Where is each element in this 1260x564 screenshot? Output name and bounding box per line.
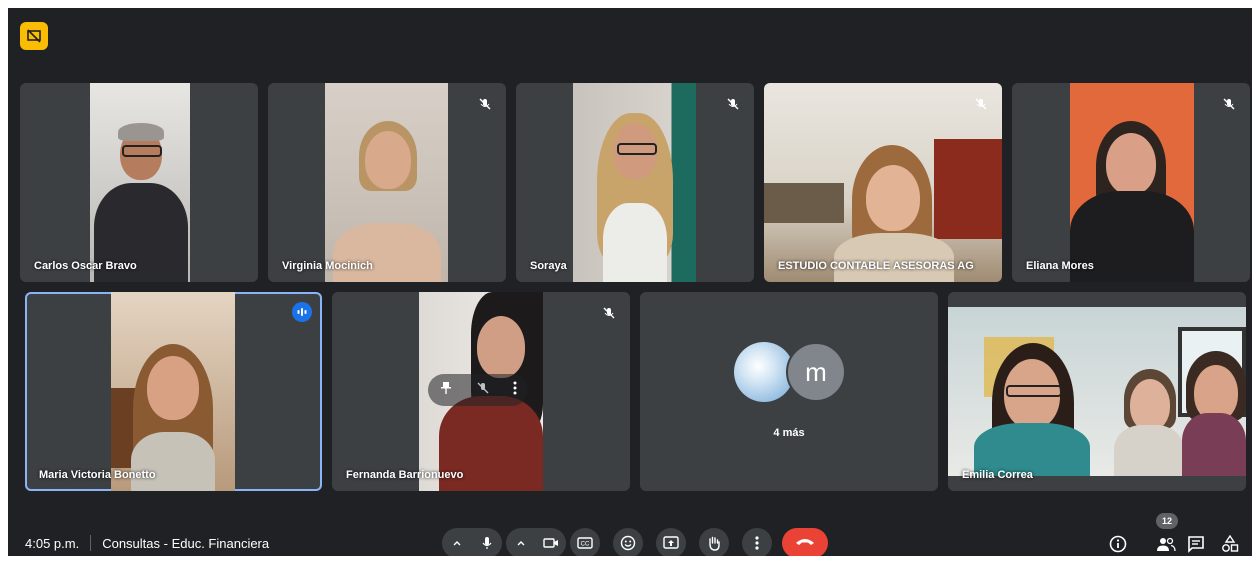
mic-off-icon xyxy=(972,95,990,113)
participant-video xyxy=(573,83,696,282)
avatar xyxy=(734,342,794,402)
more-options-icon[interactable] xyxy=(742,528,772,556)
mic-control xyxy=(442,528,502,556)
end-call-icon xyxy=(795,534,815,552)
people-icon[interactable] xyxy=(1154,532,1178,556)
overflow-count-label: 4 más xyxy=(773,427,805,439)
mic-icon[interactable] xyxy=(472,528,502,556)
participant-name: Eliana Mores xyxy=(1026,260,1094,272)
meeting-info: 4:05 p.m. Consultas - Educ. Financiera xyxy=(25,535,269,551)
raise-hand-icon[interactable] xyxy=(699,528,729,556)
mic-off-icon xyxy=(724,95,742,113)
end-call-button[interactable] xyxy=(782,528,828,556)
meeting-time: 4:05 p.m. xyxy=(25,535,80,551)
participant-tile[interactable]: Virginia Mocinich xyxy=(268,83,506,282)
mic-off-icon xyxy=(1220,95,1238,113)
participant-tile[interactable]: ESTUDIO CONTABLE ASESORAS AG xyxy=(764,83,1002,282)
svg-text:CC: CC xyxy=(581,542,590,548)
participant-tile[interactable]: Carlos Oscar Bravo xyxy=(20,83,258,282)
participant-name: Maria Victoria Bonetto xyxy=(39,469,156,481)
bottom-toolbar: 4:05 p.m. Consultas - Educ. Financiera C… xyxy=(8,513,1252,556)
presentation-off-icon[interactable] xyxy=(20,22,48,50)
info-icon[interactable] xyxy=(1106,532,1130,556)
chevron-up-icon[interactable] xyxy=(506,528,536,556)
participant-tile[interactable]: Maria Victoria Bonetto xyxy=(25,292,322,491)
camera-control xyxy=(506,528,566,556)
participant-video xyxy=(1070,83,1194,282)
pin-icon[interactable] xyxy=(439,381,453,400)
participant-video xyxy=(325,83,448,282)
avatar-letter: m xyxy=(805,356,827,387)
divider xyxy=(90,535,92,551)
participant-name: Virginia Mocinich xyxy=(282,260,373,272)
participant-name: Soraya xyxy=(530,260,567,272)
overflow-participants-tile[interactable]: m 4 más xyxy=(640,292,938,491)
activities-icon[interactable] xyxy=(1218,532,1242,556)
participant-name: Fernanda Barrionuevo xyxy=(346,469,464,481)
participant-video xyxy=(111,292,235,491)
present-screen-icon[interactable] xyxy=(656,528,686,556)
mic-off-icon xyxy=(476,95,494,113)
participant-name: ESTUDIO CONTABLE ASESORAS AG xyxy=(778,260,974,272)
participant-name: Emilia Correa xyxy=(962,469,1033,481)
participant-name: Carlos Oscar Bravo xyxy=(34,260,137,272)
meeting-title: Consultas - Educ. Financiera xyxy=(102,535,270,551)
participant-tile[interactable]: Soraya xyxy=(516,83,754,282)
speaking-indicator-icon xyxy=(292,302,312,322)
chevron-up-icon[interactable] xyxy=(442,528,472,556)
participant-tile[interactable]: Eliana Mores xyxy=(1012,83,1250,282)
participant-tile[interactable]: Fernanda Barrionuevo xyxy=(332,292,630,491)
mic-off-icon xyxy=(600,304,618,322)
tile-hover-controls xyxy=(428,374,528,406)
meet-window: Carlos Oscar Bravo Virginia Mocinich Sor… xyxy=(8,8,1252,556)
emoji-icon[interactable] xyxy=(613,528,643,556)
camera-icon[interactable] xyxy=(536,528,566,556)
overflow-avatars: m xyxy=(734,342,846,404)
captions-icon[interactable]: CC xyxy=(570,528,600,556)
more-options-icon[interactable] xyxy=(513,381,517,400)
avatar: m xyxy=(786,342,846,402)
people-count-badge: 12 xyxy=(1156,513,1178,529)
participant-video xyxy=(90,83,190,282)
mute-participant-icon[interactable] xyxy=(476,381,490,400)
participant-video xyxy=(764,83,1002,282)
participant-tile[interactable]: Emilia Correa xyxy=(948,292,1246,491)
chat-icon[interactable] xyxy=(1184,532,1208,556)
participant-video xyxy=(948,307,1246,476)
